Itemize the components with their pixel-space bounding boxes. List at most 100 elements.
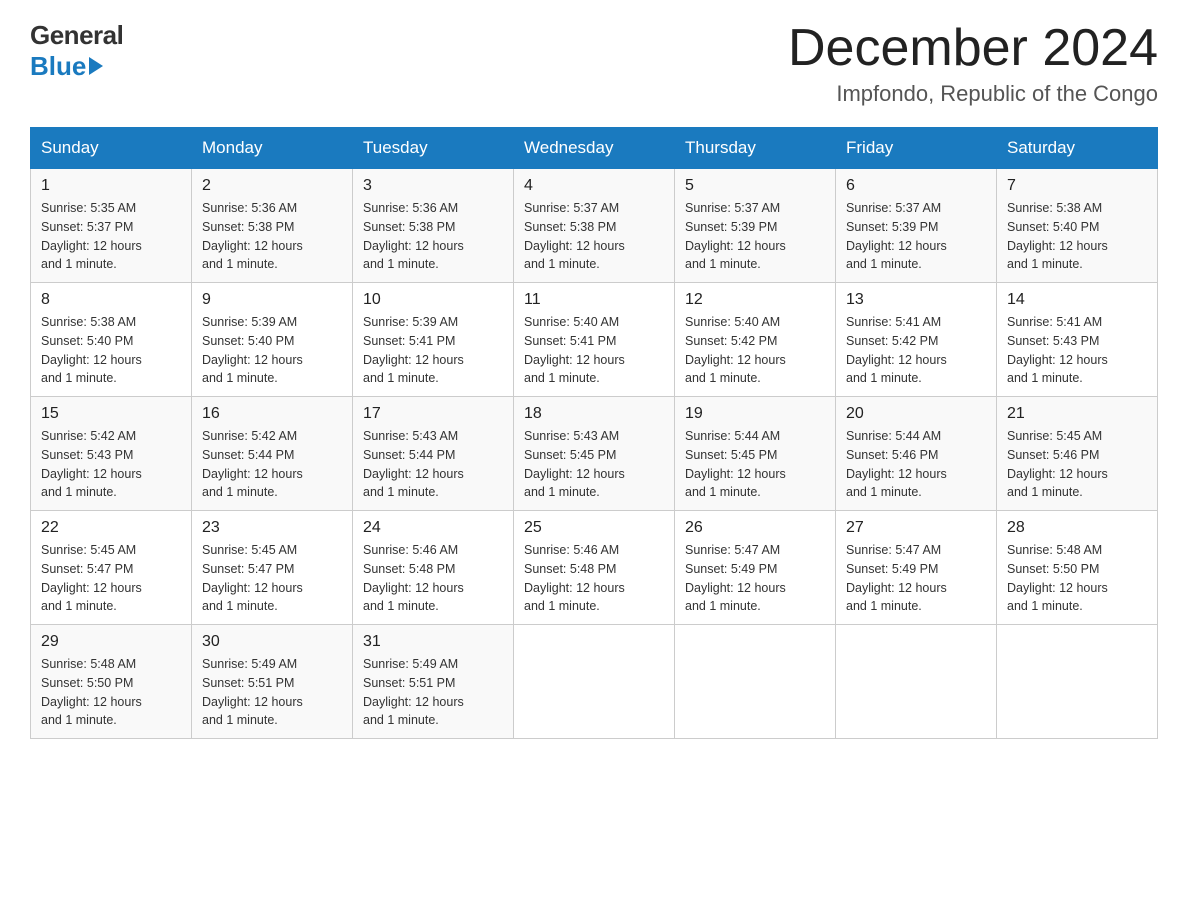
- table-row: 19 Sunrise: 5:44 AMSunset: 5:45 PMDaylig…: [675, 397, 836, 511]
- day-info: Sunrise: 5:38 AMSunset: 5:40 PMDaylight:…: [1007, 201, 1108, 271]
- day-number: 27: [846, 519, 986, 537]
- day-info: Sunrise: 5:48 AMSunset: 5:50 PMDaylight:…: [41, 657, 142, 727]
- day-info: Sunrise: 5:46 AMSunset: 5:48 PMDaylight:…: [363, 543, 464, 613]
- day-info: Sunrise: 5:36 AMSunset: 5:38 PMDaylight:…: [202, 201, 303, 271]
- col-friday: Friday: [836, 128, 997, 169]
- day-number: 29: [41, 633, 181, 651]
- calendar-table: Sunday Monday Tuesday Wednesday Thursday…: [30, 127, 1158, 739]
- day-number: 6: [846, 177, 986, 195]
- day-number: 14: [1007, 291, 1147, 309]
- day-number: 5: [685, 177, 825, 195]
- day-info: Sunrise: 5:40 AMSunset: 5:41 PMDaylight:…: [524, 315, 625, 385]
- day-info: Sunrise: 5:42 AMSunset: 5:44 PMDaylight:…: [202, 429, 303, 499]
- day-info: Sunrise: 5:40 AMSunset: 5:42 PMDaylight:…: [685, 315, 786, 385]
- calendar-header-row: Sunday Monday Tuesday Wednesday Thursday…: [31, 128, 1158, 169]
- day-info: Sunrise: 5:38 AMSunset: 5:40 PMDaylight:…: [41, 315, 142, 385]
- table-row: 18 Sunrise: 5:43 AMSunset: 5:45 PMDaylig…: [514, 397, 675, 511]
- day-info: Sunrise: 5:43 AMSunset: 5:45 PMDaylight:…: [524, 429, 625, 499]
- table-row: 3 Sunrise: 5:36 AMSunset: 5:38 PMDayligh…: [353, 169, 514, 283]
- day-info: Sunrise: 5:44 AMSunset: 5:45 PMDaylight:…: [685, 429, 786, 499]
- logo-arrow-icon: [89, 57, 103, 75]
- day-number: 30: [202, 633, 342, 651]
- table-row: 1 Sunrise: 5:35 AMSunset: 5:37 PMDayligh…: [31, 169, 192, 283]
- location-label: Impfondo, Republic of the Congo: [788, 81, 1158, 107]
- day-number: 11: [524, 291, 664, 309]
- day-info: Sunrise: 5:45 AMSunset: 5:46 PMDaylight:…: [1007, 429, 1108, 499]
- page-header: General Blue December 2024 Impfondo, Rep…: [30, 20, 1158, 107]
- day-info: Sunrise: 5:49 AMSunset: 5:51 PMDaylight:…: [363, 657, 464, 727]
- col-monday: Monday: [192, 128, 353, 169]
- day-number: 20: [846, 405, 986, 423]
- day-info: Sunrise: 5:44 AMSunset: 5:46 PMDaylight:…: [846, 429, 947, 499]
- day-info: Sunrise: 5:45 AMSunset: 5:47 PMDaylight:…: [41, 543, 142, 613]
- calendar-week-row: 15 Sunrise: 5:42 AMSunset: 5:43 PMDaylig…: [31, 397, 1158, 511]
- table-row: 13 Sunrise: 5:41 AMSunset: 5:42 PMDaylig…: [836, 283, 997, 397]
- calendar-week-row: 8 Sunrise: 5:38 AMSunset: 5:40 PMDayligh…: [31, 283, 1158, 397]
- day-number: 23: [202, 519, 342, 537]
- day-number: 31: [363, 633, 503, 651]
- day-number: 3: [363, 177, 503, 195]
- table-row: 5 Sunrise: 5:37 AMSunset: 5:39 PMDayligh…: [675, 169, 836, 283]
- day-number: 25: [524, 519, 664, 537]
- day-number: 15: [41, 405, 181, 423]
- day-number: 18: [524, 405, 664, 423]
- day-number: 9: [202, 291, 342, 309]
- day-number: 26: [685, 519, 825, 537]
- day-info: Sunrise: 5:37 AMSunset: 5:38 PMDaylight:…: [524, 201, 625, 271]
- day-info: Sunrise: 5:41 AMSunset: 5:43 PMDaylight:…: [1007, 315, 1108, 385]
- day-info: Sunrise: 5:43 AMSunset: 5:44 PMDaylight:…: [363, 429, 464, 499]
- day-info: Sunrise: 5:47 AMSunset: 5:49 PMDaylight:…: [846, 543, 947, 613]
- table-row: 20 Sunrise: 5:44 AMSunset: 5:46 PMDaylig…: [836, 397, 997, 511]
- day-info: Sunrise: 5:36 AMSunset: 5:38 PMDaylight:…: [363, 201, 464, 271]
- table-row: 11 Sunrise: 5:40 AMSunset: 5:41 PMDaylig…: [514, 283, 675, 397]
- day-number: 19: [685, 405, 825, 423]
- calendar-week-row: 22 Sunrise: 5:45 AMSunset: 5:47 PMDaylig…: [31, 511, 1158, 625]
- day-number: 7: [1007, 177, 1147, 195]
- table-row: 16 Sunrise: 5:42 AMSunset: 5:44 PMDaylig…: [192, 397, 353, 511]
- table-row: 7 Sunrise: 5:38 AMSunset: 5:40 PMDayligh…: [997, 169, 1158, 283]
- day-number: 22: [41, 519, 181, 537]
- table-row: 14 Sunrise: 5:41 AMSunset: 5:43 PMDaylig…: [997, 283, 1158, 397]
- day-number: 21: [1007, 405, 1147, 423]
- table-row: [675, 625, 836, 739]
- day-info: Sunrise: 5:39 AMSunset: 5:40 PMDaylight:…: [202, 315, 303, 385]
- day-info: Sunrise: 5:49 AMSunset: 5:51 PMDaylight:…: [202, 657, 303, 727]
- table-row: 29 Sunrise: 5:48 AMSunset: 5:50 PMDaylig…: [31, 625, 192, 739]
- day-number: 10: [363, 291, 503, 309]
- table-row: 21 Sunrise: 5:45 AMSunset: 5:46 PMDaylig…: [997, 397, 1158, 511]
- title-section: December 2024 Impfondo, Republic of the …: [788, 20, 1158, 107]
- table-row: 9 Sunrise: 5:39 AMSunset: 5:40 PMDayligh…: [192, 283, 353, 397]
- table-row: 26 Sunrise: 5:47 AMSunset: 5:49 PMDaylig…: [675, 511, 836, 625]
- logo-general: General: [30, 20, 123, 51]
- table-row: [836, 625, 997, 739]
- day-number: 8: [41, 291, 181, 309]
- table-row: 4 Sunrise: 5:37 AMSunset: 5:38 PMDayligh…: [514, 169, 675, 283]
- day-info: Sunrise: 5:35 AMSunset: 5:37 PMDaylight:…: [41, 201, 142, 271]
- day-info: Sunrise: 5:41 AMSunset: 5:42 PMDaylight:…: [846, 315, 947, 385]
- logo-blue: Blue: [30, 51, 86, 82]
- col-sunday: Sunday: [31, 128, 192, 169]
- day-info: Sunrise: 5:39 AMSunset: 5:41 PMDaylight:…: [363, 315, 464, 385]
- table-row: 23 Sunrise: 5:45 AMSunset: 5:47 PMDaylig…: [192, 511, 353, 625]
- table-row: 2 Sunrise: 5:36 AMSunset: 5:38 PMDayligh…: [192, 169, 353, 283]
- day-number: 2: [202, 177, 342, 195]
- col-thursday: Thursday: [675, 128, 836, 169]
- col-saturday: Saturday: [997, 128, 1158, 169]
- table-row: 30 Sunrise: 5:49 AMSunset: 5:51 PMDaylig…: [192, 625, 353, 739]
- day-number: 13: [846, 291, 986, 309]
- table-row: 12 Sunrise: 5:40 AMSunset: 5:42 PMDaylig…: [675, 283, 836, 397]
- day-info: Sunrise: 5:37 AMSunset: 5:39 PMDaylight:…: [685, 201, 786, 271]
- day-number: 28: [1007, 519, 1147, 537]
- day-number: 17: [363, 405, 503, 423]
- day-number: 12: [685, 291, 825, 309]
- table-row: 22 Sunrise: 5:45 AMSunset: 5:47 PMDaylig…: [31, 511, 192, 625]
- day-info: Sunrise: 5:42 AMSunset: 5:43 PMDaylight:…: [41, 429, 142, 499]
- table-row: 6 Sunrise: 5:37 AMSunset: 5:39 PMDayligh…: [836, 169, 997, 283]
- table-row: 10 Sunrise: 5:39 AMSunset: 5:41 PMDaylig…: [353, 283, 514, 397]
- col-wednesday: Wednesday: [514, 128, 675, 169]
- month-title: December 2024: [788, 20, 1158, 77]
- table-row: 27 Sunrise: 5:47 AMSunset: 5:49 PMDaylig…: [836, 511, 997, 625]
- table-row: 28 Sunrise: 5:48 AMSunset: 5:50 PMDaylig…: [997, 511, 1158, 625]
- table-row: 8 Sunrise: 5:38 AMSunset: 5:40 PMDayligh…: [31, 283, 192, 397]
- day-info: Sunrise: 5:47 AMSunset: 5:49 PMDaylight:…: [685, 543, 786, 613]
